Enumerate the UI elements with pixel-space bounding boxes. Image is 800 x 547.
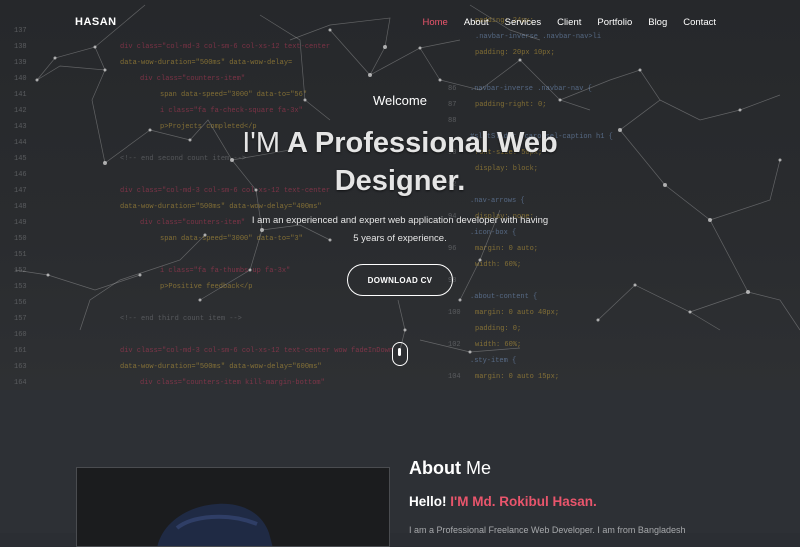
svg-text:data-wow-duration="500ms" data: data-wow-duration="500ms" data-wow-delay… bbox=[120, 363, 322, 371]
mouse-wheel-icon bbox=[398, 348, 401, 356]
svg-text:163: 163 bbox=[14, 363, 27, 371]
hero-welcome: Welcome bbox=[373, 93, 427, 108]
svg-text:143: 143 bbox=[14, 123, 27, 131]
svg-text:.sty-item {: .sty-item { bbox=[470, 357, 516, 365]
mouse-scroll-icon[interactable] bbox=[392, 342, 408, 366]
top-navbar: HASAN Home About Services Client Portfol… bbox=[0, 0, 800, 46]
svg-text:161: 161 bbox=[14, 347, 27, 355]
svg-text:151: 151 bbox=[14, 251, 27, 259]
svg-text:div class="col-md-3 col-sm-6 c: div class="col-md-3 col-sm-6 col-xs-12 t… bbox=[120, 347, 393, 355]
svg-text:data-wow-duration="500ms" data: data-wow-duration="500ms" data-wow-delay… bbox=[120, 59, 292, 67]
svg-text:margin: 0 auto 15px;: margin: 0 auto 15px; bbox=[475, 373, 559, 381]
svg-text:140: 140 bbox=[14, 75, 27, 83]
about-title-bold: About bbox=[409, 458, 461, 478]
svg-text:148: 148 bbox=[14, 203, 27, 211]
svg-text:147: 147 bbox=[14, 187, 27, 195]
svg-text:145: 145 bbox=[14, 155, 27, 163]
hero-section: 137 138 139 140 141 142 143 144 145 146 147 148 … bbox=[0, 0, 800, 390]
svg-text:156: 156 bbox=[14, 299, 27, 307]
hero-headline: I'M A Professional Web Designer. bbox=[200, 124, 600, 200]
svg-text:width: 60%;: width: 60%; bbox=[475, 261, 521, 269]
svg-text:.navbar-inverse .navbar-nav {: .navbar-inverse .navbar-nav { bbox=[470, 85, 592, 93]
nav-item-about[interactable]: About bbox=[464, 17, 489, 28]
nav-item-portfolio[interactable]: Portfolio bbox=[597, 17, 632, 28]
svg-text:<!-- end third count item -->: <!-- end third count item --> bbox=[120, 315, 242, 323]
svg-text:160: 160 bbox=[14, 331, 27, 339]
svg-text:149: 149 bbox=[14, 219, 27, 227]
svg-text:padding: 20px 10px;: padding: 20px 10px; bbox=[475, 49, 555, 57]
description-line-2: 5 years of experience. bbox=[353, 233, 447, 244]
main-menu: Home About Services Client Portfolio Blo… bbox=[406, 17, 716, 28]
svg-text:.about-content {: .about-content { bbox=[470, 293, 537, 301]
svg-text:i class="fa fa-thumbs-up fa-3x: i class="fa fa-thumbs-up fa-3x" bbox=[160, 267, 290, 275]
svg-text:150: 150 bbox=[14, 235, 27, 243]
svg-text:padding: 0;: padding: 0; bbox=[475, 325, 521, 333]
svg-text:157: 157 bbox=[14, 315, 27, 323]
nav-item-contact[interactable]: Contact bbox=[683, 17, 716, 28]
svg-text:div class="counters-item": div class="counters-item" bbox=[140, 219, 245, 227]
brand-logo[interactable]: HASAN bbox=[75, 16, 117, 28]
svg-text:margin: 0 auto 40px;: margin: 0 auto 40px; bbox=[475, 309, 559, 317]
hero-description: I am an experienced and expert web appli… bbox=[240, 212, 560, 248]
about-text: I am a Professional Freelance Web Develo… bbox=[409, 525, 686, 535]
hello-name: I'M Md. Rokibul Hasan. bbox=[450, 494, 597, 509]
svg-text:153: 153 bbox=[14, 283, 27, 291]
hello-prefix: Hello! bbox=[409, 494, 447, 509]
svg-text:144: 144 bbox=[14, 139, 27, 147]
svg-text:width: 60%;: width: 60%; bbox=[475, 341, 521, 349]
about-title: About Me bbox=[409, 458, 491, 479]
nav-item-home[interactable]: Home bbox=[422, 17, 447, 28]
svg-text:164: 164 bbox=[14, 379, 27, 387]
description-line-1: I am an experienced and expert web appli… bbox=[251, 215, 549, 226]
svg-text:p>Positive feedback</p: p>Positive feedback</p bbox=[160, 283, 252, 291]
svg-text:146: 146 bbox=[14, 171, 27, 179]
svg-text:142: 142 bbox=[14, 107, 27, 115]
about-hello: Hello! I'M Md. Rokibul Hasan. bbox=[409, 494, 597, 509]
svg-text:86: 86 bbox=[448, 85, 456, 93]
profile-photo bbox=[76, 467, 390, 547]
svg-text:104: 104 bbox=[448, 373, 461, 381]
svg-text:100: 100 bbox=[448, 309, 461, 317]
svg-text:data-wow-duration="500ms" data: data-wow-duration="500ms" data-wow-delay… bbox=[120, 203, 322, 211]
svg-text:139: 139 bbox=[14, 59, 27, 67]
nav-item-services[interactable]: Services bbox=[505, 17, 541, 28]
svg-text:i class="fa fa-check-square fa: i class="fa fa-check-square fa-3x" bbox=[160, 107, 303, 115]
about-title-rest: Me bbox=[466, 458, 492, 478]
svg-text:102: 102 bbox=[448, 341, 461, 349]
profile-photo-silhouette bbox=[157, 503, 273, 546]
nav-item-blog[interactable]: Blog bbox=[648, 17, 667, 28]
nav-item-client[interactable]: Client bbox=[557, 17, 581, 28]
headline-rest: A Professional Web Designer. bbox=[287, 127, 558, 197]
download-cv-button[interactable]: DOWNLOAD CV bbox=[347, 264, 453, 296]
svg-text:div class="counters-item": div class="counters-item" bbox=[140, 75, 245, 83]
headline-prefix: I'M bbox=[242, 127, 281, 159]
svg-text:div class="counters-item kill-: div class="counters-item kill-margin-bot… bbox=[140, 379, 325, 387]
